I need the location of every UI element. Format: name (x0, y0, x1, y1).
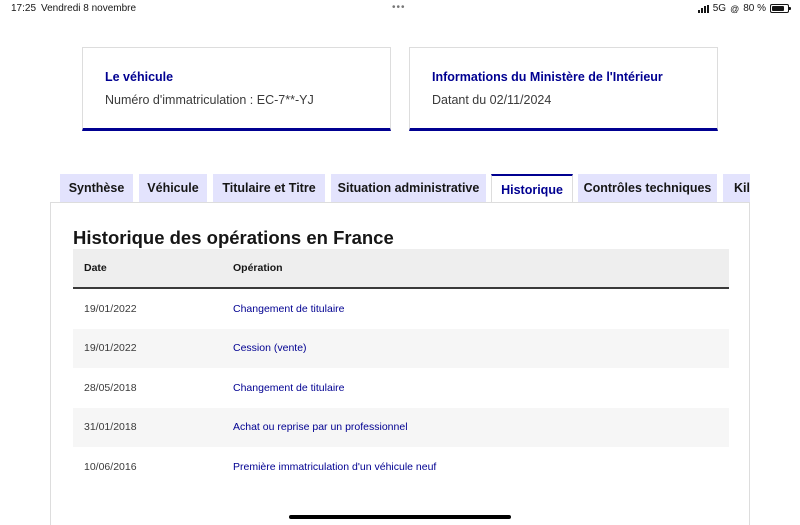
row-operation: Première immatriculation d'un véhicule n… (233, 460, 437, 473)
column-header-operation: Opération (233, 262, 283, 274)
tab-situation-administrative[interactable]: Situation administrative (331, 174, 486, 202)
table-row: 19/01/2022 Changement de titulaire (73, 289, 729, 329)
status-indicators: 5G @ 80 % (697, 3, 791, 14)
battery-percent: 80 % (743, 3, 766, 14)
tab-controles-techniques[interactable]: Contrôles techniques (578, 174, 717, 202)
column-header-date: Date (84, 262, 107, 274)
row-date: 31/01/2018 (84, 421, 137, 434)
history-panel: Historique des opérations en France Date… (50, 202, 750, 525)
vehicle-card-title: Le véhicule (105, 70, 174, 84)
table-row: 31/01/2018 Achat ou reprise par un profe… (73, 407, 729, 447)
table-row: 19/01/2022 Cession (vente) (73, 328, 729, 368)
data-date: Datant du 02/11/2024 (432, 93, 552, 107)
row-date: 10/06/2016 (84, 460, 137, 473)
history-title: Historique des opérations en France (73, 227, 394, 248)
row-operation: Achat ou reprise par un professionnel (233, 421, 408, 434)
status-time: 17:25 (11, 3, 37, 14)
row-date: 19/01/2022 (84, 302, 137, 315)
tab-historique[interactable]: Historique (491, 174, 573, 203)
ministry-card: Informations du Ministère de l'Intérieur… (409, 47, 718, 131)
vehicle-card: Le véhicule Numéro d'immatriculation : E… (82, 47, 391, 131)
page: 17:25 Vendredi 8 novembre ••• 5G @ 80 % … (0, 0, 800, 525)
table-row: 10/06/2016 Première immatriculation d'un… (73, 447, 729, 487)
table-header: Date Opération (73, 249, 729, 289)
tab-vehicule[interactable]: Véhicule (139, 174, 207, 202)
row-date: 19/01/2022 (84, 342, 137, 355)
tab-bar: Synthèse Véhicule Titulaire et Titre Sit… (60, 174, 750, 203)
location-icon: @ (730, 3, 740, 14)
network-type: 5G (712, 3, 727, 14)
multitasking-dots-icon[interactable]: ••• (392, 2, 406, 13)
table-row: 28/05/2018 Changement de titulaire (73, 368, 729, 408)
tab-titulaire-et-titre[interactable]: Titulaire et Titre (213, 174, 325, 202)
tab-kilometrage[interactable]: Kilométrage (723, 174, 750, 202)
cellular-signal-icon (697, 4, 709, 13)
row-operation: Cession (vente) (233, 342, 307, 355)
table-body: 19/01/2022 Changement de titulaire 19/01… (73, 289, 729, 487)
ministry-card-title: Informations du Ministère de l'Intérieur (432, 70, 663, 84)
row-date: 28/05/2018 (84, 381, 137, 394)
row-operation: Changement de titulaire (233, 381, 345, 394)
battery-icon (770, 4, 791, 13)
history-table: Date Opération 19/01/2022 Changement de … (73, 249, 729, 487)
status-date: Vendredi 8 novembre (41, 3, 137, 14)
status-bar: 17:25 Vendredi 8 novembre ••• 5G @ 80 % (0, 0, 800, 17)
registration-number: Numéro d'immatriculation : EC-7**-YJ (105, 93, 314, 107)
tab-synthese[interactable]: Synthèse (60, 174, 133, 202)
home-indicator[interactable] (289, 515, 511, 519)
row-operation: Changement de titulaire (233, 302, 345, 315)
